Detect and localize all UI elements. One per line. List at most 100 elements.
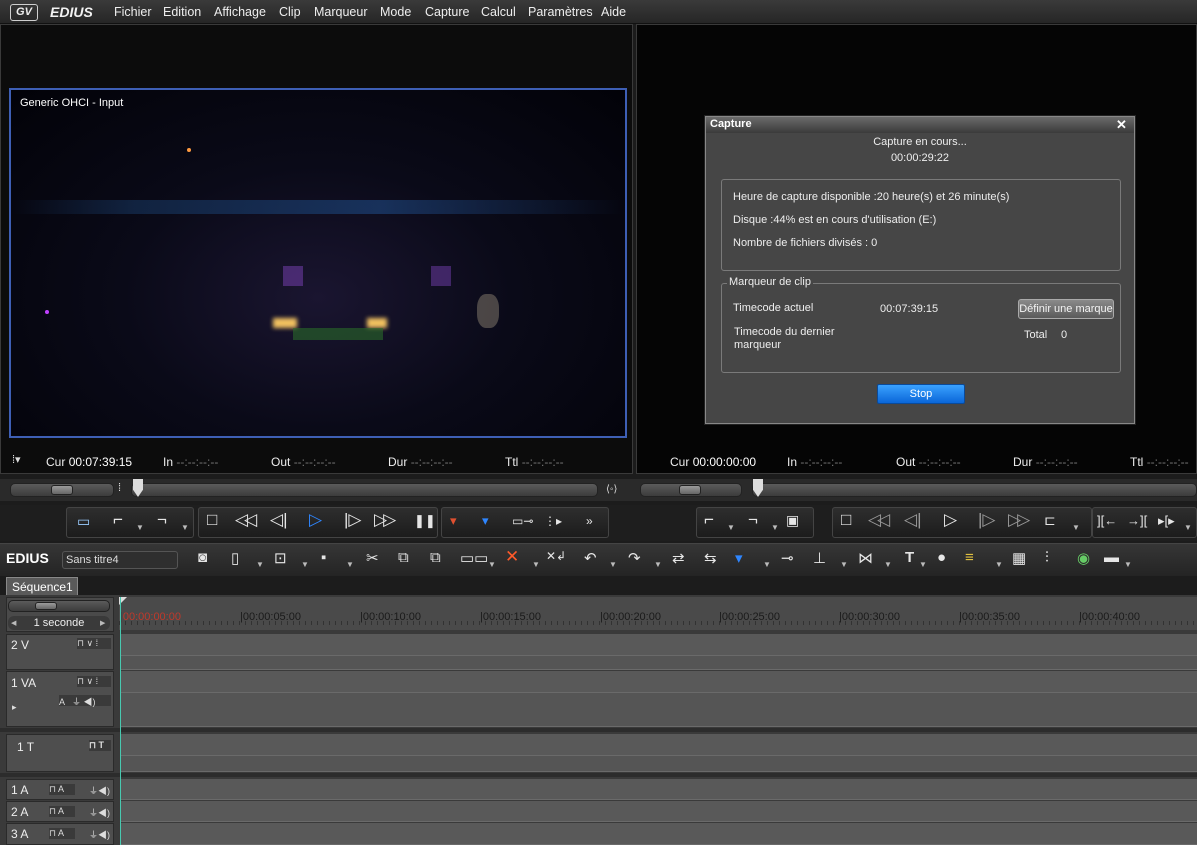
zoom-slider-thumb[interactable] — [35, 602, 57, 610]
play-icon[interactable]: ▷ — [309, 510, 322, 530]
track-header-1t[interactable]: 1 T ⊓ T — [6, 734, 114, 772]
bin-icon[interactable]: ▦ — [1012, 549, 1026, 567]
track-lane-1a[interactable] — [121, 779, 1197, 800]
layout-dropdown-icon[interactable]: ▼ — [1124, 560, 1132, 569]
undo-dropdown-icon[interactable]: ▼ — [609, 560, 617, 569]
menu-clip[interactable]: Clip — [279, 5, 301, 19]
recorder-set-in-dropdown-icon[interactable]: ▼ — [727, 523, 735, 532]
paste-icon[interactable]: ⧉ — [430, 549, 441, 566]
rewind-icon[interactable]: ◁◁ — [235, 510, 257, 530]
recorder-rewind-icon[interactable]: ◁◁ — [868, 510, 890, 530]
timeline-cursor-line[interactable] — [120, 597, 121, 845]
track-2v-lock-icon[interactable]: ⊓ ∨ ⁞ — [77, 638, 111, 649]
title-icon[interactable]: T — [905, 549, 914, 566]
track-lane-1va-audio[interactable] — [121, 693, 1197, 727]
track-lane-3a[interactable] — [121, 823, 1197, 845]
recorder-step-back-icon[interactable]: ◁| — [904, 510, 922, 530]
render-icon[interactable]: ≡ — [965, 549, 974, 566]
track-lane-2v-sub[interactable] — [121, 656, 1197, 670]
recorder-loop-dropdown-icon[interactable]: ▼ — [1072, 523, 1080, 532]
insert-clip-dropdown-icon[interactable]: ▼ — [488, 560, 496, 569]
track-1va-lock-icon[interactable]: ⊓ ∨ ⁞ — [77, 676, 111, 687]
track-lane-1va-video[interactable] — [121, 671, 1197, 693]
project-name-field[interactable]: Sans titre4 — [62, 551, 178, 569]
close-icon[interactable]: ✕ — [1116, 117, 1127, 133]
ripple-delete-icon[interactable]: ✕↲ — [546, 549, 566, 563]
recorder-set-out-icon[interactable]: ¬ — [748, 510, 758, 530]
delete-dropdown-icon[interactable]: ▼ — [532, 560, 540, 569]
scale-left-icon[interactable]: ◀ — [11, 619, 16, 627]
menu-calcul[interactable]: Calcul — [481, 5, 516, 19]
insert-clip-icon[interactable]: ▭▭ — [460, 549, 488, 567]
snap-icon[interactable]: ⊸ — [781, 549, 794, 567]
transition-dropdown-icon[interactable]: ▼ — [884, 560, 892, 569]
shuttle-icon[interactable]: ⋮▸ — [544, 514, 562, 528]
match-frame-icon[interactable]: ▭⊸ — [512, 514, 533, 528]
new-dropdown-icon[interactable]: ▼ — [256, 560, 264, 569]
step-forward-icon[interactable]: |▷ — [344, 510, 362, 530]
window-layout-icon[interactable]: ▬ — [1104, 549, 1119, 566]
track-1a-audio-icon[interactable]: ⏚◀) — [89, 784, 110, 797]
set-out-icon[interactable]: ¬ — [157, 510, 167, 530]
set-out-dropdown-icon[interactable]: ▼ — [181, 523, 189, 532]
cut-icon[interactable]: ✂ — [366, 549, 379, 567]
recorder-step-forward-icon[interactable]: |▷ — [978, 510, 996, 530]
menu-parametres[interactable]: Paramètres — [528, 5, 593, 19]
marker-dropdown-icon[interactable]: ▼ — [840, 560, 848, 569]
stop-capture-button[interactable]: Stop — [877, 384, 965, 404]
overwrite-dropdown-icon[interactable]: ▼ — [763, 560, 771, 569]
track-3a-audio-icon[interactable]: ⏚◀) — [89, 828, 110, 841]
sync-lock-icon[interactable]: ⇄ — [672, 549, 685, 567]
stop-icon[interactable]: □ — [207, 510, 217, 530]
track-2a-lock-icon[interactable]: ⊓ A — [49, 806, 75, 817]
recorder-play-icon[interactable]: ▷ — [944, 510, 957, 530]
step-back-icon[interactable]: ◁| — [270, 510, 288, 530]
track-header-1va[interactable]: 1 VA ⊓ ∨ ⁞ A ⏚ ◀) ▸ — [6, 671, 114, 727]
recorder-stop-icon[interactable]: □ — [841, 510, 851, 530]
tape-icon[interactable]: ▭ — [77, 513, 90, 530]
track-2a-audio-icon[interactable]: ⏚◀) — [89, 806, 110, 819]
copy-icon[interactable]: ⧉ — [398, 549, 409, 566]
menu-aide[interactable]: Aide — [601, 5, 626, 19]
open-project-icon[interactable]: ⊡ — [274, 549, 287, 567]
recorder-loop-icon[interactable]: ⊏ — [1044, 512, 1056, 529]
more-icon[interactable]: » — [586, 514, 593, 528]
delete-icon[interactable]: ✕ — [505, 547, 519, 567]
track-header-1a[interactable]: 1 A ⊓ A ⏚◀) — [6, 779, 114, 800]
recorder-shuttle-slider[interactable] — [640, 483, 742, 497]
mixer-icon[interactable]: ⫶ — [1045, 549, 1049, 566]
fast-forward-icon[interactable]: ▷▷ — [374, 510, 396, 530]
track-header-2a[interactable]: 2 A ⊓ A ⏚◀) — [6, 801, 114, 822]
track-1t-title-icon[interactable]: ⊓ T — [89, 740, 111, 751]
new-project-icon[interactable]: ▯ — [231, 549, 239, 567]
track-lane-1t-sub[interactable] — [121, 756, 1197, 772]
vectorscope-icon[interactable]: ◉ — [1077, 549, 1090, 567]
save-dropdown-icon[interactable]: ▼ — [346, 560, 354, 569]
insert-to-timeline-icon[interactable]: ▾ — [450, 513, 457, 529]
redo-dropdown-icon[interactable]: ▼ — [654, 560, 662, 569]
render-dropdown-icon[interactable]: ▼ — [995, 560, 1003, 569]
track-lane-2a[interactable] — [121, 801, 1197, 822]
transition-icon[interactable]: ⋈ — [858, 549, 873, 567]
player-shuttle-thumb[interactable] — [51, 485, 73, 495]
open-dropdown-icon[interactable]: ▼ — [301, 560, 309, 569]
player-shuttle-slider[interactable] — [10, 483, 114, 497]
menu-fichier[interactable]: Fichier — [114, 5, 152, 19]
menu-edition[interactable]: Edition — [163, 5, 201, 19]
save-icon[interactable]: ▪ — [321, 549, 326, 566]
recorder-shuttle-thumb[interactable] — [679, 485, 701, 495]
trim-icon[interactable]: ▸[▸ — [1158, 513, 1175, 529]
sequence-tab[interactable]: Séquence1 — [6, 577, 78, 595]
add-marker-icon[interactable]: ⊥ — [813, 549, 826, 567]
track-lane-2v[interactable] — [121, 634, 1197, 656]
overwrite-to-timeline-icon[interactable]: ▾ — [482, 513, 489, 529]
track-lane-1t[interactable] — [121, 734, 1197, 756]
menu-marqueur[interactable]: Marqueur — [314, 5, 368, 19]
overwrite-mode-icon[interactable]: ▾ — [735, 549, 743, 567]
menu-affichage[interactable]: Affichage — [214, 5, 266, 19]
trim-dropdown-icon[interactable]: ▼ — [1184, 523, 1192, 532]
player-position-bar[interactable] — [131, 483, 598, 497]
zoom-slider[interactable] — [8, 600, 110, 612]
menu-mode[interactable]: Mode — [380, 5, 411, 19]
track-header-2v[interactable]: 2 V ⊓ ∨ ⁞ — [6, 634, 114, 670]
